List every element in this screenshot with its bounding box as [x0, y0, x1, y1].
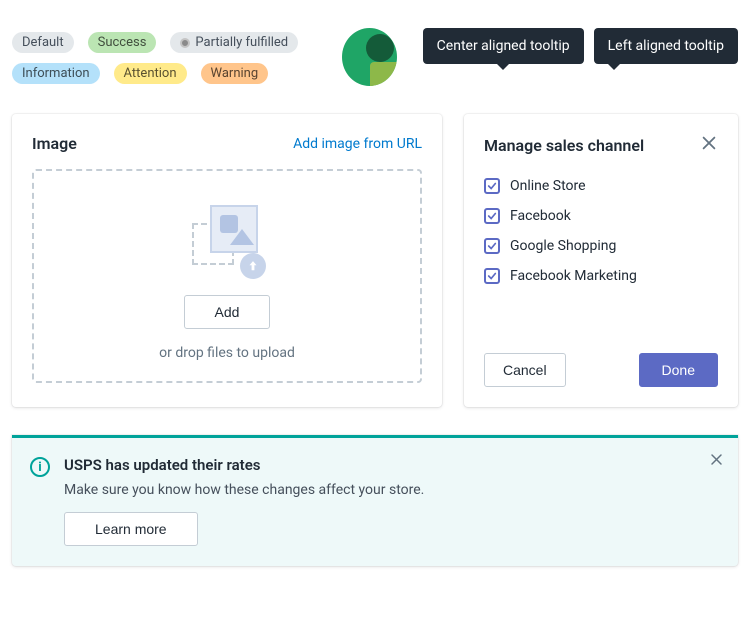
badge-success: Success	[88, 32, 157, 53]
badge-partially-fulfilled: Partially fulfilled	[170, 32, 298, 53]
badge-label: Partially fulfilled	[195, 35, 288, 50]
image-card: Image Add image from URL Add or drop fil…	[12, 114, 442, 407]
channel-label: Online Store	[510, 178, 586, 194]
badges-group: Default Success Partially fulfilled Info…	[12, 28, 316, 84]
status-dot-icon	[180, 38, 190, 48]
tooltip-group: Center aligned tooltip Left aligned tool…	[423, 28, 738, 64]
checkbox-icon[interactable]	[484, 238, 500, 254]
image-dropzone[interactable]: Add or drop files to upload	[32, 169, 422, 383]
channel-label: Google Shopping	[510, 238, 616, 254]
add-button[interactable]: Add	[184, 295, 271, 329]
info-banner: i USPS has updated their rates Make sure…	[12, 435, 738, 566]
avatar[interactable]	[342, 28, 397, 86]
add-image-from-url-link[interactable]: Add image from URL	[293, 136, 422, 152]
badge-warning: Warning	[201, 63, 269, 84]
channel-label: Facebook	[510, 208, 571, 224]
badge-information: Information	[12, 63, 100, 84]
channel-google-shopping[interactable]: Google Shopping	[484, 238, 718, 254]
tooltip-center: Center aligned tooltip	[423, 28, 584, 64]
manage-channels-card: Manage sales channel Online Store Facebo…	[464, 114, 738, 407]
banner-text: Make sure you know how these changes aff…	[64, 482, 720, 498]
channels-list: Online Store Facebook Google Shopping Fa…	[484, 178, 718, 284]
channel-label: Facebook Marketing	[510, 268, 637, 284]
upload-illustration-icon	[192, 199, 262, 279]
image-card-title: Image	[32, 134, 77, 153]
channel-facebook[interactable]: Facebook	[484, 208, 718, 224]
checkbox-icon[interactable]	[484, 178, 500, 194]
learn-more-button[interactable]: Learn more	[64, 512, 198, 546]
info-icon: i	[30, 457, 50, 477]
channels-title: Manage sales channel	[484, 136, 644, 155]
checkbox-icon[interactable]	[484, 208, 500, 224]
badge-attention: Attention	[114, 63, 187, 84]
badge-default: Default	[12, 32, 74, 53]
close-icon[interactable]	[700, 134, 718, 156]
close-icon[interactable]	[709, 452, 724, 471]
upload-arrow-icon	[240, 253, 266, 279]
drop-hint: or drop files to upload	[159, 345, 295, 361]
channel-facebook-marketing[interactable]: Facebook Marketing	[484, 268, 718, 284]
cancel-button[interactable]: Cancel	[484, 353, 566, 387]
banner-title: USPS has updated their rates	[64, 456, 720, 474]
done-button[interactable]: Done	[639, 353, 718, 387]
channel-online-store[interactable]: Online Store	[484, 178, 718, 194]
checkbox-icon[interactable]	[484, 268, 500, 284]
tooltip-left: Left aligned tooltip	[594, 28, 738, 64]
